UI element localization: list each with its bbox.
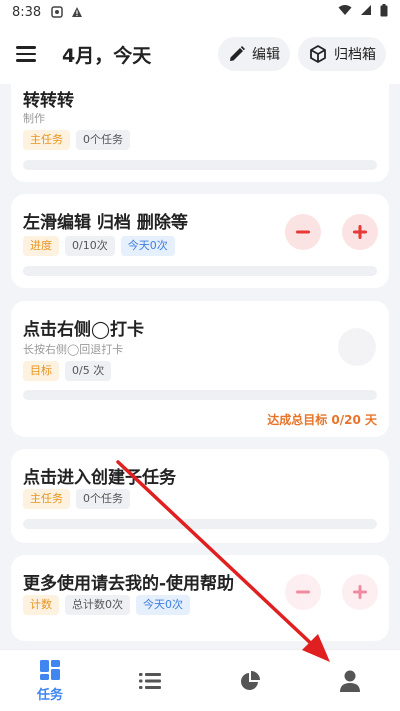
- nav-stats[interactable]: [200, 650, 300, 711]
- status-bar: 8:38: [0, 0, 400, 24]
- plus-icon: [353, 225, 367, 239]
- pie-chart-icon: [241, 670, 260, 690]
- minus-icon: [296, 230, 310, 234]
- page-title: 4月，今天: [62, 44, 152, 67]
- grid-icon: [40, 659, 60, 680]
- signal-icon: [360, 4, 372, 20]
- task-card[interactable]: 点击进入创建子任务 主任务 0个任务: [11, 449, 389, 543]
- task-type-badge: 主任务: [23, 130, 70, 150]
- menu-icon[interactable]: [16, 40, 44, 68]
- task-goal-badge: 0/5 次: [65, 361, 112, 381]
- progress-bar: [23, 519, 377, 529]
- nav-list[interactable]: [100, 650, 200, 711]
- nav-tasks-label: 任务: [36, 687, 63, 703]
- battery-icon: [380, 3, 388, 21]
- task-card[interactable]: 点击右侧◯打卡 长按右侧◯回退打卡 目标 0/5 次 达成总目标 0/20 天: [11, 301, 389, 437]
- task-card[interactable]: 左滑编辑 归档 删除等 进度 0/10次 今天0次: [11, 194, 389, 288]
- archive-label: 归档箱: [334, 47, 376, 63]
- task-type-badge: 主任务: [23, 489, 70, 509]
- task-subtitle: 制作: [23, 112, 45, 125]
- task-type-badge: 计数: [23, 595, 59, 615]
- decrement-button[interactable]: [285, 214, 321, 250]
- status-time: 8:38: [12, 4, 42, 20]
- task-card[interactable]: 转转转 制作 主任务 0个任务: [11, 84, 389, 182]
- checkin-button[interactable]: [338, 328, 376, 366]
- increment-button[interactable]: [342, 574, 378, 610]
- task-total-badge: 总计数0次: [65, 595, 130, 615]
- progress-bar: [23, 266, 377, 276]
- task-name: 左滑编辑 归档 删除等: [23, 213, 188, 233]
- app-header: 4月，今天 编辑 归档箱: [0, 24, 400, 84]
- goal-progress-text: 达成总目标 0/20 天: [267, 413, 377, 427]
- person-icon: [340, 670, 360, 692]
- task-type-badge: 进度: [23, 236, 59, 256]
- task-list: 转转转 制作 主任务 0个任务 左滑编辑 归档 删除等 进度 0/10次 今天0…: [0, 84, 400, 649]
- list-icon: [139, 672, 161, 689]
- task-card[interactable]: 更多使用请去我的-使用帮助 计数 总计数0次 今天0次: [11, 555, 389, 641]
- warning-icon: [71, 6, 83, 18]
- edit-label: 编辑: [252, 47, 280, 63]
- task-subtitle: 长按右侧◯回退打卡: [23, 343, 124, 356]
- progress-bar: [23, 160, 377, 170]
- task-name: 更多使用请去我的-使用帮助: [23, 574, 235, 594]
- task-today-badge: 今天0次: [136, 595, 190, 615]
- bottom-navigation: 任务: [0, 649, 400, 711]
- notification-icon: [51, 6, 63, 18]
- nav-profile[interactable]: [300, 650, 400, 711]
- task-name: 点击进入创建子任务: [23, 468, 176, 488]
- task-name: 点击右侧◯打卡: [23, 320, 145, 340]
- decrement-button[interactable]: [285, 574, 321, 610]
- increment-button[interactable]: [342, 214, 378, 250]
- plus-icon: [353, 585, 367, 599]
- task-progress-badge: 0/10次: [65, 236, 115, 256]
- task-today-badge: 今天0次: [120, 236, 175, 256]
- pencil-icon: [230, 46, 245, 61]
- archive-button[interactable]: 归档箱: [298, 37, 386, 71]
- nav-tasks[interactable]: 任务: [0, 650, 100, 711]
- task-name: 转转转: [23, 91, 74, 111]
- task-count-badge: 0个任务: [76, 489, 130, 509]
- progress-bar: [23, 390, 377, 400]
- minus-icon: [296, 590, 310, 594]
- task-count-badge: 0个任务: [76, 130, 130, 150]
- task-type-badge: 目标: [23, 361, 59, 381]
- edit-button[interactable]: 编辑: [218, 37, 290, 71]
- cube-icon: [310, 45, 326, 63]
- wifi-icon: [338, 4, 352, 20]
